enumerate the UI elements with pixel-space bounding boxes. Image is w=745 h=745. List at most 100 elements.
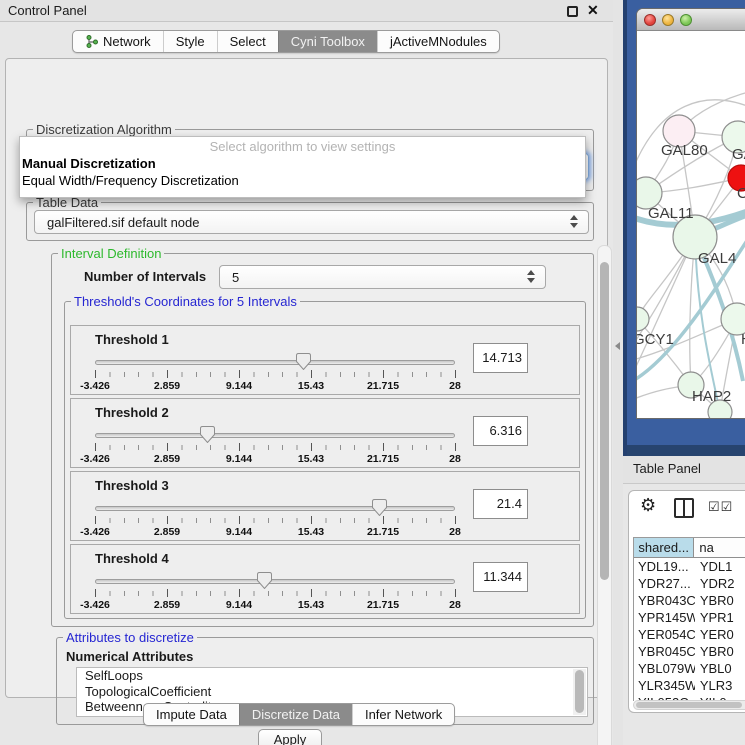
float-window-icon[interactable] [567,6,578,17]
table-panel-titlebar: Table Panel [623,456,745,484]
scrollbar-thumb[interactable] [575,670,584,713]
tab-discretize-data[interactable]: Discretize Data [239,704,352,725]
node-label: GA [732,146,745,163]
mode-tabs: Impute Data Discretize Data Infer Networ… [143,703,455,726]
algorithm-dropdown-popup: Select algorithm to view settings Manual… [19,136,586,198]
close-icon[interactable]: ✕ [587,2,599,19]
zoom-traffic-light-icon[interactable] [680,14,692,26]
numerical-attributes-label: Numerical Attributes [66,649,193,664]
node-label: GAL80 [661,142,708,159]
threshold-3-panel: Threshold 3 -3.426 2.859 9.144 15.43 21.… [70,471,580,541]
desktop-bottom-band [627,445,745,456]
table-row[interactable]: YBR043CYBR0 [634,592,745,609]
list-item[interactable]: SelfLoops [77,668,587,684]
network-desktop: GAL80 GA C GAL11 GAL4 GCY1 H HAP2 [623,0,745,456]
network-canvas[interactable]: GAL80 GA C GAL11 GAL4 GCY1 H HAP2 [637,31,745,419]
slider-thumb[interactable] [257,572,272,589]
number-of-intervals-combobox[interactable]: 5 [219,265,546,289]
apply-button[interactable]: Apply [258,729,322,745]
slider-track[interactable] [95,433,455,438]
threshold-label: Threshold 4 [95,551,169,566]
table-data-combobox[interactable]: galFiltered.sif default node [34,210,589,234]
tab-select[interactable]: Select [217,31,278,52]
panel-title: Control Panel [8,3,87,18]
table-horizontal-scrollbar[interactable] [633,700,745,710]
table-row[interactable]: YER054CYER0 [634,626,745,643]
dropdown-option-manual[interactable]: Manual Discretization [22,156,156,171]
number-of-intervals-label: Number of Intervals [84,269,206,284]
network-window: GAL80 GA C GAL11 GAL4 GCY1 H HAP2 [636,8,745,419]
threshold-3-slider[interactable]: -3.426 2.859 9.144 15.43 21.715 28 [95,498,455,540]
threshold-1-slider[interactable]: -3.426 2.859 9.144 15.43 21.715 28 [95,352,455,394]
columns-icon[interactable] [674,498,694,518]
tab-infer-network[interactable]: Infer Network [352,704,454,725]
checkbox-icon[interactable]: ☑ [708,499,721,514]
slider-minor-ticks [95,591,455,596]
slider-thumb[interactable] [200,426,215,443]
threshold-label: Threshold 1 [95,332,169,347]
close-traffic-light-icon[interactable] [644,14,656,26]
scrollbar-thumb[interactable] [600,262,609,580]
panel-scrollbar[interactable] [597,245,612,745]
collapse-handle-icon[interactable] [615,342,620,350]
dropdown-hint: Select algorithm to view settings [20,139,585,154]
table-row[interactable]: YDR27...YDR2 [634,575,745,592]
threshold-value-field[interactable]: 6.316 [473,416,528,446]
minimize-traffic-light-icon[interactable] [662,14,674,26]
slider-track[interactable] [95,360,455,365]
stepper-icon [527,270,536,284]
tab-impute-data[interactable]: Impute Data [144,704,239,725]
dropdown-option-equal-width[interactable]: Equal Width/Frequency Discretization [22,173,239,188]
table-data-value: galFiltered.sif default node [47,211,199,233]
slider-minor-ticks [95,445,455,450]
node-gcy1[interactable] [637,307,649,331]
tab-network[interactable]: Network [73,31,163,52]
group-label: Attributes to discretize [63,630,197,645]
node-table: shared... na YDL19...YDL1 YDR27...YDR2 Y… [633,537,745,701]
threshold-2-slider[interactable]: -3.426 2.859 9.144 15.43 21.715 28 [95,425,455,467]
group-label: Discretization Algorithm [33,122,175,137]
toolbox-tabs: Network Style Select Cyni Toolbox jActiv… [72,30,500,53]
network-icon [85,35,98,48]
slider-minor-ticks [95,518,455,523]
table-panel-title: Table Panel [633,461,701,476]
slider-track[interactable] [95,579,455,584]
column-header-name[interactable]: na [694,538,745,558]
node-label: GAL11 [648,205,694,222]
tab-jactivemnodules[interactable]: jActiveMNodules [377,31,499,52]
gear-icon[interactable]: ⚙ [640,495,656,516]
threshold-value-field[interactable]: 21.4 [473,489,528,519]
node-label: H [741,331,745,348]
list-scrollbar[interactable] [573,669,586,715]
number-of-intervals-value: 5 [232,266,239,288]
table-row[interactable]: YBL079WYBL0 [634,660,745,677]
slider-track[interactable] [95,506,455,511]
table-row[interactable]: YPR145WYPR1 [634,609,745,626]
table-header-row: shared... na [634,538,745,558]
node-label: GCY1 [637,331,674,348]
checkbox-icon[interactable]: ☑ [721,499,734,514]
node-label: HAP2 [692,388,731,405]
table-row[interactable]: YBR045CYBR0 [634,643,745,660]
threshold-4-panel: Threshold 4 -3.426 2.859 9.144 15.43 21.… [70,544,580,614]
tab-style[interactable]: Style [163,31,217,52]
list-item[interactable]: TopologicalCoefficient [77,684,587,700]
stepper-icon [570,215,579,229]
threshold-label: Threshold 2 [95,405,169,420]
group-label: Threshold's Coordinates for 5 Intervals [71,294,300,309]
table-panel: ⚙ ☑☑ shared... na YDL19...YDL1 YDR27...Y… [628,490,745,713]
network-window-titlebar[interactable] [637,9,745,31]
slider-thumb[interactable] [372,499,387,516]
threshold-value-field[interactable]: 11.344 [473,562,528,592]
scrollbar-thumb[interactable] [636,702,742,708]
slider-thumb[interactable] [296,353,311,370]
table-row[interactable]: YDL19...YDL1 [634,558,745,575]
threshold-value-field[interactable]: 14.713 [473,343,528,373]
table-row[interactable]: YLR345WYLR3 [634,677,745,694]
threshold-label: Threshold 3 [95,478,169,493]
threshold-4-slider[interactable]: -3.426 2.859 9.144 15.43 21.715 28 [95,571,455,613]
tab-cyni-toolbox[interactable]: Cyni Toolbox [278,31,377,52]
column-header-shared-name[interactable]: shared... [634,538,694,558]
control-panel: Control Panel ✕ Network Style Select Cyn… [0,0,613,745]
node-label: C [737,185,745,202]
